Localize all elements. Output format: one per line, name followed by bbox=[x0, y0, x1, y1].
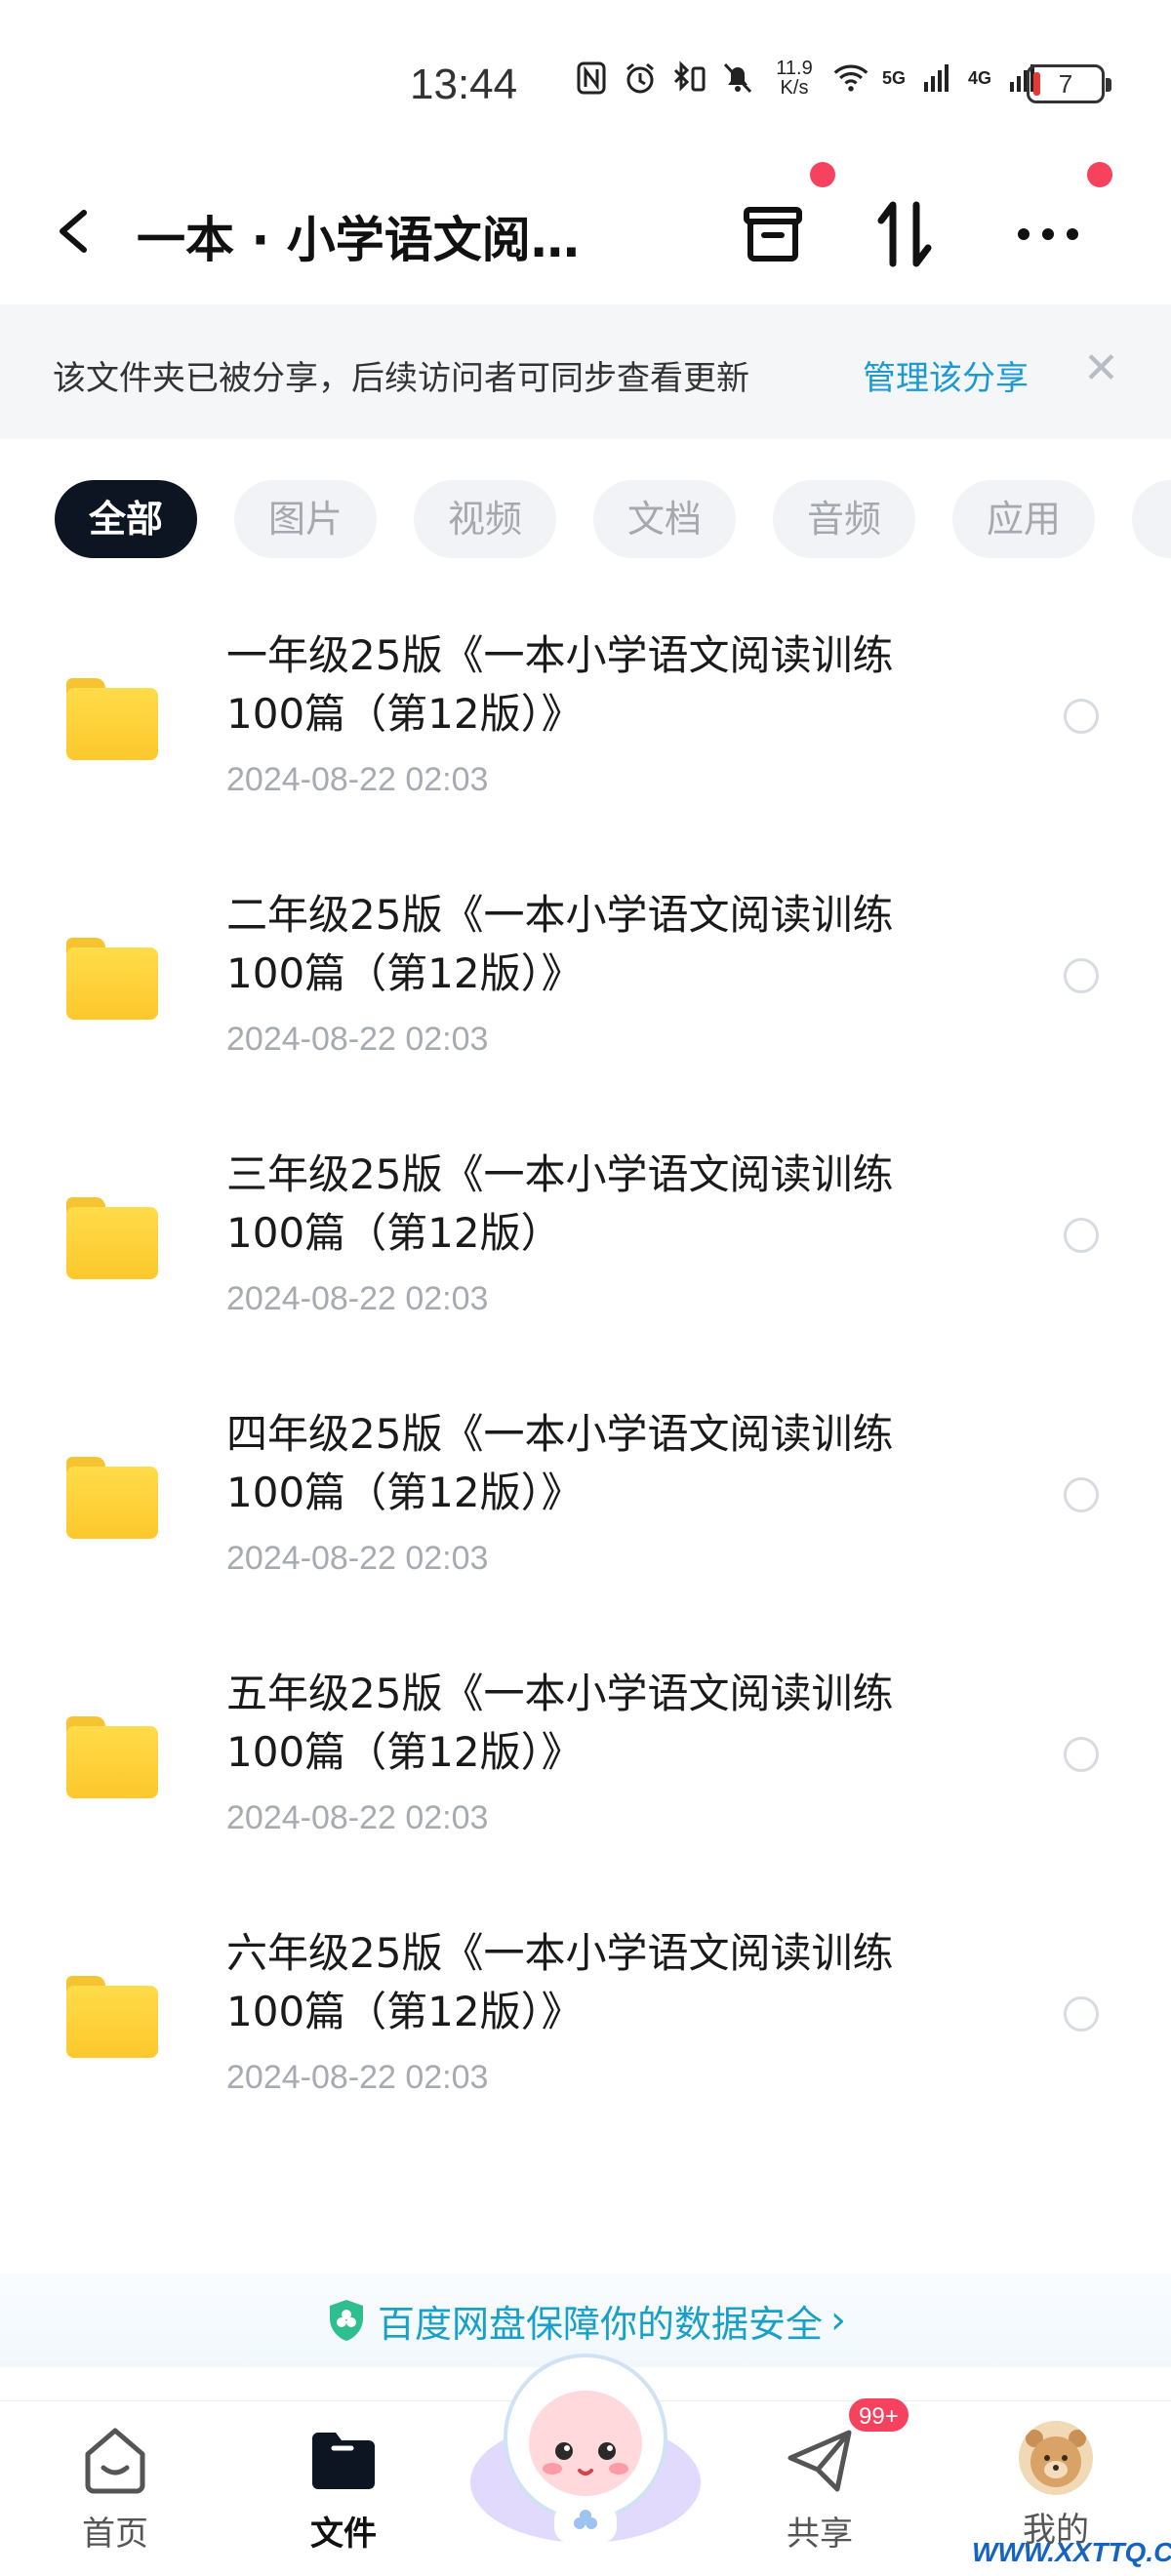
status-icons: 11.9 K/s 5G 4G bbox=[574, 59, 1040, 98]
sort-arrows-icon bbox=[877, 201, 932, 267]
more-button[interactable] bbox=[1009, 195, 1087, 273]
battery-level: 7 bbox=[1058, 68, 1073, 99]
select-radio[interactable] bbox=[1064, 1477, 1099, 1512]
archive-button[interactable] bbox=[734, 195, 812, 273]
nav-files-label: 文件 bbox=[310, 2515, 377, 2554]
list-item[interactable]: 六年级25版《一本小学语文阅读训练100篇（第12版）》 2024-08-22 … bbox=[0, 1903, 1171, 2137]
select-radio[interactable] bbox=[1064, 1996, 1099, 2032]
share-notice-text: 该文件夹已被分享，后续访问者可同步查看更新 bbox=[53, 359, 749, 398]
filter-chip-apps[interactable]: 应用 bbox=[952, 480, 1095, 558]
more-notification-dot bbox=[1087, 162, 1112, 187]
chevron-right-icon: › bbox=[830, 2298, 846, 2343]
avatar bbox=[1019, 2421, 1093, 2495]
file-date: 2024-08-22 02:03 bbox=[226, 1799, 489, 1836]
share-notice-banner: 该文件夹已被分享，后续访问者可同步查看更新 管理该分享 ✕ bbox=[0, 304, 1171, 439]
nav-share[interactable]: 共享 bbox=[751, 2421, 888, 2567]
nav-home[interactable]: 首页 bbox=[47, 2421, 183, 2567]
mute-icon bbox=[720, 59, 755, 98]
battery-level-fill bbox=[1033, 72, 1040, 96]
filter-chip-videos[interactable]: 视频 bbox=[414, 480, 556, 558]
archive-notification-dot bbox=[810, 162, 835, 187]
battery-icon: 7 bbox=[1027, 64, 1111, 103]
list-item[interactable]: 四年级25版《一本小学语文阅读训练100篇（第12版）》 2024-08-22 … bbox=[0, 1384, 1171, 1618]
net-speed-value: 11.9 bbox=[776, 58, 813, 79]
nav-share-label: 共享 bbox=[787, 2515, 853, 2554]
list-item[interactable]: 一年级25版《一本小学语文阅读训练100篇（第12版）》 2024-08-22 … bbox=[0, 605, 1171, 839]
filter-chip-all[interactable]: 全部 bbox=[55, 480, 197, 558]
filter-chip-audio[interactable]: 音频 bbox=[773, 480, 915, 558]
file-date: 2024-08-22 02:03 bbox=[226, 1280, 489, 1317]
file-name: 六年级25版《一本小学语文阅读训练100篇（第12版）》 bbox=[226, 1929, 894, 2035]
top-app-bar: 一本 · 小学语文阅… bbox=[0, 162, 1171, 293]
list-item[interactable]: 五年级25版《一本小学语文阅读训练100篇（第12版）》 2024-08-22 … bbox=[0, 1643, 1171, 1877]
folder-icon bbox=[66, 1197, 158, 1279]
net-speed-unit: K/s bbox=[780, 77, 809, 99]
nfc-icon bbox=[574, 59, 609, 98]
select-radio[interactable] bbox=[1064, 1737, 1099, 1772]
signal-5g-icon bbox=[919, 59, 954, 98]
nav-home-label: 首页 bbox=[82, 2515, 148, 2554]
share-badge: 99+ bbox=[847, 2396, 910, 2434]
sort-button[interactable] bbox=[867, 195, 945, 273]
file-date: 2024-08-22 02:03 bbox=[226, 1021, 489, 1058]
watermark: WWW.XXTTQ.COM bbox=[972, 2537, 1171, 2567]
select-radio[interactable] bbox=[1064, 1218, 1099, 1253]
more-dots-icon bbox=[1018, 228, 1078, 240]
select-radio[interactable] bbox=[1064, 958, 1099, 993]
file-date: 2024-08-22 02:03 bbox=[226, 2059, 489, 2096]
filter-chips: 全部 图片 视频 文档 音频 应用 bbox=[55, 480, 1171, 562]
signal-4g-label: 4G bbox=[968, 67, 992, 88]
wifi-icon bbox=[833, 59, 868, 98]
astronaut-mascot-icon bbox=[470, 2354, 701, 2543]
page-title: 一本 · 小学语文阅… bbox=[137, 212, 580, 268]
filter-chip-images[interactable]: 图片 bbox=[234, 480, 377, 558]
net-speed: 11.9 K/s bbox=[769, 59, 820, 98]
list-item[interactable]: 三年级25版《一本小学语文阅读训练100篇（第12版） 2024-08-22 0… bbox=[0, 1124, 1171, 1358]
list-item[interactable]: 二年级25版《一本小学语文阅读训练100篇（第12版）》 2024-08-22 … bbox=[0, 865, 1171, 1099]
file-date: 2024-08-22 02:03 bbox=[226, 1540, 489, 1577]
folder-icon bbox=[66, 678, 158, 760]
chevron-left-icon bbox=[60, 210, 87, 253]
file-name: 一年级25版《一本小学语文阅读训练100篇（第12版）》 bbox=[226, 631, 894, 738]
select-radio[interactable] bbox=[1064, 699, 1099, 734]
filter-chip-more[interactable] bbox=[1132, 480, 1171, 558]
status-bar: 13:44 11.9 K/s 5G 4G 7 bbox=[0, 0, 1171, 146]
file-name: 五年级25版《一本小学语文阅读训练100篇（第12版）》 bbox=[226, 1670, 894, 1776]
nav-files[interactable]: 文件 bbox=[275, 2421, 412, 2567]
file-name: 二年级25版《一本小学语文阅读训练100篇（第12版）》 bbox=[226, 891, 894, 997]
folder-icon bbox=[66, 1457, 158, 1539]
folder-icon bbox=[66, 1716, 158, 1798]
folder-filled-icon bbox=[304, 2421, 383, 2499]
file-name: 四年级25版《一本小学语文阅读训练100篇（第12版）》 bbox=[226, 1410, 894, 1516]
folder-icon bbox=[66, 938, 158, 1020]
back-button[interactable] bbox=[49, 197, 107, 265]
shield-icon bbox=[329, 2300, 363, 2341]
status-time: 13:44 bbox=[410, 60, 518, 108]
manage-share-link[interactable]: 管理该分享 bbox=[863, 351, 1029, 399]
alarm-icon bbox=[623, 59, 658, 98]
folder-icon bbox=[66, 1976, 158, 2058]
archive-box-icon bbox=[744, 207, 802, 262]
filter-chip-documents[interactable]: 文档 bbox=[593, 480, 736, 558]
paper-plane-icon bbox=[781, 2421, 859, 2499]
signal-5g-label: 5G bbox=[882, 67, 907, 88]
close-icon[interactable]: ✕ bbox=[1083, 343, 1119, 393]
file-date: 2024-08-22 02:03 bbox=[226, 761, 489, 798]
home-icon bbox=[76, 2421, 154, 2499]
file-name: 三年级25版《一本小学语文阅读训练100篇（第12版） bbox=[226, 1150, 894, 1257]
mascot-assistant-button[interactable] bbox=[466, 2336, 705, 2551]
bluetooth-battery-icon bbox=[671, 59, 707, 98]
